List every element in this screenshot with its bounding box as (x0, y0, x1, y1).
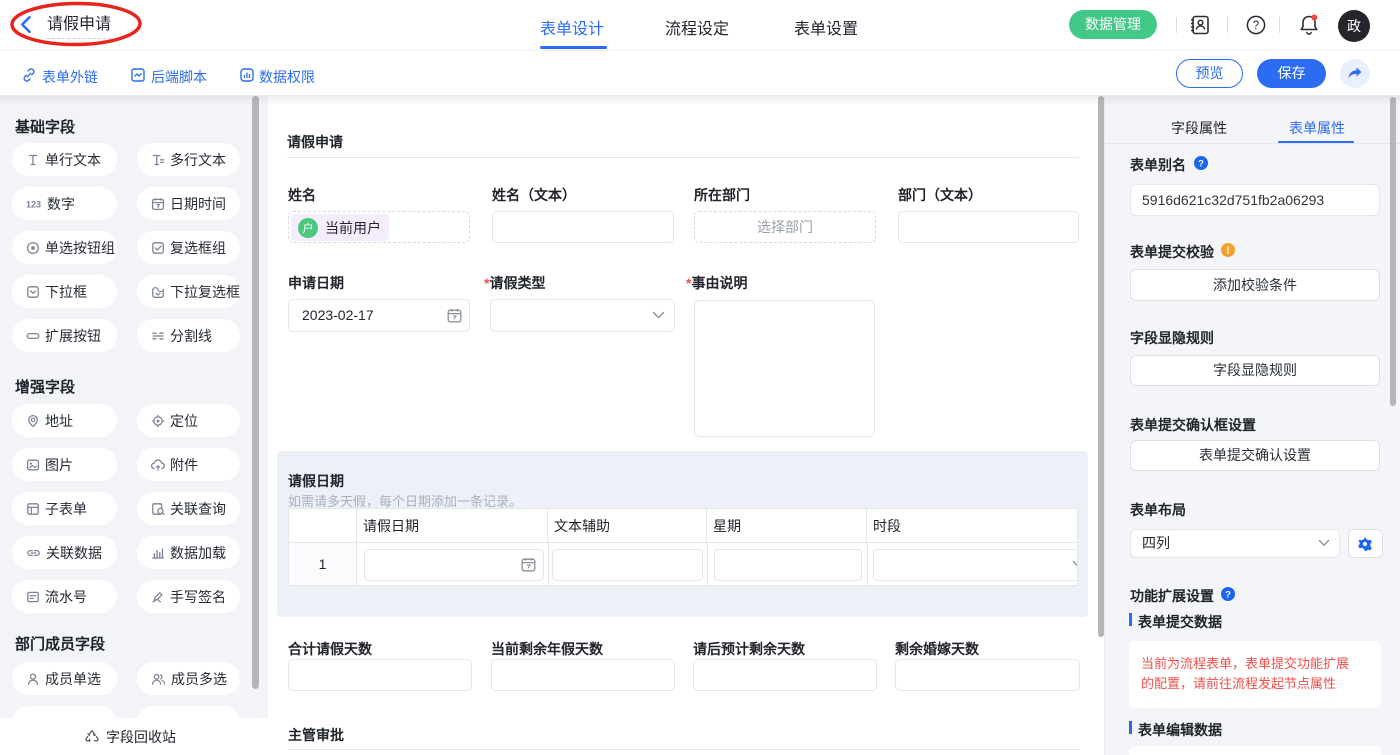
svg-text:?: ? (1198, 158, 1204, 169)
svg-text:?: ? (1225, 589, 1231, 600)
svg-text:?: ? (1253, 20, 1259, 32)
svg-text:123: 123 (26, 199, 41, 209)
svg-text:!: ! (1226, 246, 1229, 257)
